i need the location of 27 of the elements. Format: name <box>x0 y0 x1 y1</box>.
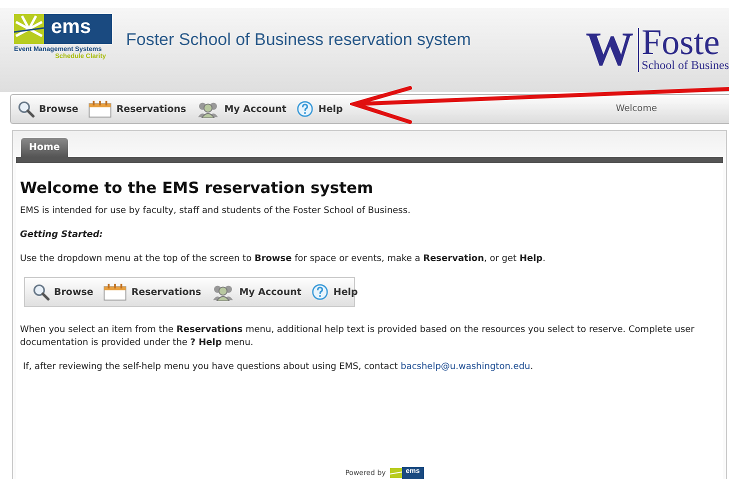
people-icon <box>211 283 236 301</box>
welcome-text: Welcome <box>616 104 657 114</box>
email-link[interactable]: bacshelp@u.washington.edu <box>400 362 530 372</box>
site-title: Foster School of Business reservation system <box>126 30 471 50</box>
school-logo-letter: W <box>586 28 639 72</box>
intro-text: EMS is intended for use by faculty, staff and students of the Foster School of Business. <box>20 205 412 218</box>
calendar-icon <box>88 100 112 118</box>
help-icon <box>296 100 314 118</box>
logo-wordmark: ems <box>44 14 112 44</box>
menu-item[interactable]: Help <box>294 100 345 118</box>
contact-text: If, after reviewing the self-help menu you have questions about using EMS, contact bacshelp@u.washington.edu. <box>23 361 534 374</box>
school-subtitle: School of Busines <box>642 58 729 73</box>
menu-item[interactable]: Reservations <box>86 100 188 118</box>
tab[interactable]: Home <box>21 138 68 157</box>
search-icon <box>32 283 50 301</box>
logo-burst-icon <box>14 14 44 44</box>
calendar-icon <box>103 283 128 301</box>
section-heading: Getting Started: <box>20 229 104 242</box>
people-icon <box>196 100 220 118</box>
menu-item[interactable]: My Account <box>194 100 288 118</box>
search-icon <box>17 100 35 118</box>
page-heading: Welcome to the EMS reservation system <box>20 179 374 197</box>
instructions-text: Use the dropdown menu at the top of the screen to Browse for space or events, make a Reservation, or get Help. <box>20 253 546 266</box>
help-icon <box>311 283 330 301</box>
menu-item[interactable]: Browse <box>15 100 80 118</box>
school-name: Foste <box>642 26 720 58</box>
help-text: When you select an item from the Reservations menu, additional help text is provided based on the resources you select to reserve. Complete user documentation is provided under the ? Help menu. <box>20 324 696 350</box>
